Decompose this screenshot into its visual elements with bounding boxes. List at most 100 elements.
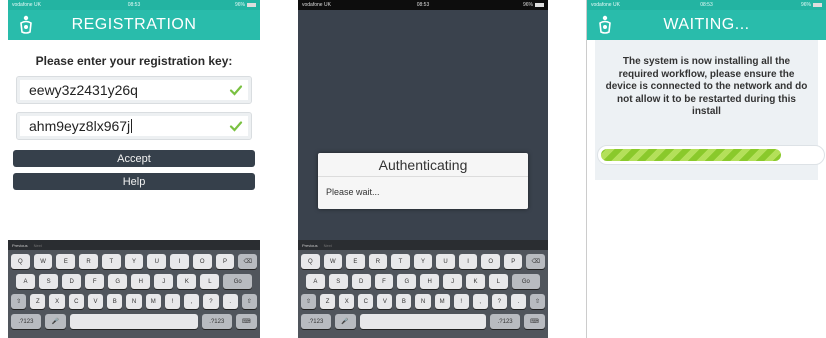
key-row2-4[interactable]: G [397, 274, 417, 289]
keyboard-row-2: A S D F G H J K L Go [301, 274, 545, 289]
key-row2-9[interactable]: Go [511, 274, 541, 289]
registration-key-field-1[interactable]: eewy3z2431y26q [16, 76, 252, 104]
key-row2-6[interactable]: J [154, 274, 174, 289]
keyboard-hide-icon[interactable]: ⌨ [235, 314, 257, 329]
battery-label: 96% [800, 2, 811, 8]
registration-key-field-2[interactable]: ahm9eyz8lx967j [16, 112, 252, 140]
key-row3-8[interactable]: ! [164, 294, 181, 309]
microphone-icon[interactable]: 🎤 [334, 314, 356, 329]
key-row2-0[interactable]: A [306, 274, 325, 289]
key-row1-9[interactable]: P [503, 254, 523, 269]
key-row1-2[interactable]: E [56, 254, 76, 269]
help-button[interactable]: Help [13, 173, 255, 190]
key-row1-0[interactable]: Q [301, 254, 320, 269]
key-row3-12[interactable]: ⇧ [529, 294, 546, 309]
microphone-icon[interactable]: 🎤 [44, 314, 67, 329]
keyboard-row-4: .?123 🎤 .?123 ⌨ [11, 314, 257, 329]
key-row2-7[interactable]: K [177, 274, 197, 289]
key-row3-8[interactable]: ! [453, 294, 469, 309]
key-row3-4[interactable]: V [377, 294, 393, 309]
key-row3-10[interactable]: ? [491, 294, 507, 309]
key-row2-1[interactable]: S [328, 274, 348, 289]
authenticating-dialog: Authenticating Please wait... [318, 153, 528, 209]
key-row2-9[interactable]: Go [223, 274, 252, 289]
progress-fill [601, 149, 782, 161]
key-row1-9[interactable]: P [215, 254, 235, 269]
space-key[interactable] [70, 314, 198, 329]
status-time: 08:53 [127, 2, 141, 8]
previous-field-button[interactable]: Previous [12, 243, 28, 248]
numbers-key[interactable]: .?123 [11, 314, 41, 329]
key-row3-1[interactable]: Z [320, 294, 336, 309]
key-row1-8[interactable]: O [192, 254, 212, 269]
key-row2-5[interactable]: H [131, 274, 151, 289]
numbers-key[interactable]: .?123 [301, 314, 331, 329]
key-row1-0[interactable]: Q [11, 254, 30, 269]
key-row1-6[interactable]: U [147, 254, 167, 269]
key-row3-5[interactable]: B [396, 294, 412, 309]
key-row3-0[interactable]: ⇧ [301, 294, 317, 309]
install-message: The system is now installing all the req… [605, 56, 808, 117]
key-row3-7[interactable]: M [145, 294, 161, 309]
key-row2-8[interactable]: L [488, 274, 508, 289]
key-row1-7[interactable]: I [170, 254, 189, 269]
key-row3-1[interactable]: Z [30, 294, 46, 309]
key-row3-11[interactable]: . [510, 294, 526, 309]
key-row2-6[interactable]: J [443, 274, 463, 289]
key-row1-2[interactable]: E [346, 254, 365, 269]
key-row3-9[interactable]: , [184, 294, 200, 309]
key-row1-3[interactable]: R [368, 254, 388, 269]
key-row3-2[interactable]: X [339, 294, 355, 309]
key-row2-5[interactable]: H [420, 274, 440, 289]
space-key[interactable] [359, 314, 487, 329]
key-row3-5[interactable]: B [107, 294, 123, 309]
key-row1-5[interactable]: Y [413, 254, 433, 269]
key-row2-2[interactable]: D [351, 274, 371, 289]
previous-field-button[interactable]: Previous [302, 243, 318, 248]
key-row3-4[interactable]: V [87, 294, 104, 309]
key-row1-3[interactable]: R [79, 254, 98, 269]
keyboard-row-3: ⇧ Z X C V B N M!,?. ⇧ [11, 294, 258, 309]
key-row3-11[interactable]: . [222, 294, 238, 309]
key-row2-3[interactable]: F [85, 274, 105, 289]
key-row1-1[interactable]: W [323, 254, 343, 269]
key-row1-10[interactable]: ⌫ [526, 254, 546, 269]
key-row2-0[interactable]: A [16, 274, 36, 289]
check-icon [229, 85, 243, 96]
key-row1-4[interactable]: T [391, 254, 410, 269]
battery-icon [247, 2, 256, 7]
key-row1-7[interactable]: I [458, 254, 478, 269]
key-row3-3[interactable]: C [358, 294, 374, 309]
key-row3-12[interactable]: ⇧ [241, 294, 258, 309]
key-row3-2[interactable]: X [49, 294, 65, 309]
accept-button[interactable]: Accept [13, 150, 255, 167]
status-bar: vodafone UK 08:53 96% [298, 0, 548, 10]
next-field-button[interactable]: Next [34, 243, 42, 248]
key-row1-8[interactable]: O [481, 254, 500, 269]
key-row1-5[interactable]: Y [124, 254, 144, 269]
key-row1-4[interactable]: T [101, 254, 121, 269]
key-row2-3[interactable]: F [374, 274, 394, 289]
key-row2-2[interactable]: D [62, 274, 82, 289]
key-row3-7[interactable]: M [434, 294, 450, 309]
key-row3-6[interactable]: N [415, 294, 431, 309]
numbers-key-right[interactable]: .?123 [201, 314, 232, 329]
battery-icon [535, 2, 544, 7]
numbers-key-right[interactable]: .?123 [490, 314, 520, 329]
keyboard-row-1: Q W E R T Y U I O P ⌫ [301, 254, 546, 269]
keyboard-row-1: Q W E R T Y U I O P ⌫ [11, 254, 258, 269]
key-row1-10[interactable]: ⌫ [238, 254, 258, 269]
key-row3-10[interactable]: ? [203, 294, 219, 309]
key-row2-7[interactable]: K [466, 274, 485, 289]
key-row2-8[interactable]: L [200, 274, 220, 289]
key-row2-4[interactable]: G [108, 274, 128, 289]
key-row1-6[interactable]: U [436, 254, 455, 269]
key-row3-9[interactable]: , [472, 294, 488, 309]
key-row3-0[interactable]: ⇧ [11, 294, 27, 309]
keyboard-hide-icon[interactable]: ⌨ [523, 314, 546, 329]
key-row3-6[interactable]: N [126, 294, 142, 309]
next-field-button[interactable]: Next [324, 243, 332, 248]
key-row3-3[interactable]: C [68, 294, 84, 309]
key-row1-1[interactable]: W [33, 254, 53, 269]
key-row2-1[interactable]: S [39, 274, 59, 289]
